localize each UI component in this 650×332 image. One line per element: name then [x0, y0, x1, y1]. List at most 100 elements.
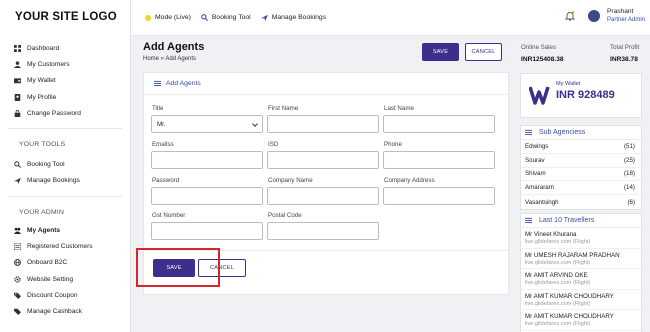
sidebar-section-tools: YOUR TOOLS — [19, 141, 66, 149]
traveller-name: Mr AMIT KUMAR CHOUDHARY — [525, 313, 614, 320]
sidebar-item-manage-bookings[interactable]: Manage Bookings — [0, 173, 130, 189]
sidebar-item-my-customers[interactable]: My Customers — [0, 56, 130, 72]
list-icon — [14, 243, 21, 251]
cashback-icon — [14, 308, 21, 316]
sidebar-item-dashboard[interactable]: Dashboard — [0, 40, 130, 56]
traveller-name: Mr AMIT KUMAR CHOUDHARY — [525, 292, 614, 300]
company-name-input[interactable] — [267, 187, 379, 205]
list-icon — [525, 129, 532, 136]
settings-icon — [14, 275, 21, 283]
avatar[interactable] — [588, 10, 600, 22]
title-label: Title — [152, 105, 164, 112]
list-item[interactable]: Shivam (18) — [521, 168, 641, 182]
list-item[interactable]: Mr AMIT KUMAR CHOUDHARY live.glidefares.c… — [521, 290, 641, 310]
save-button-top[interactable]: SAVE — [422, 43, 459, 61]
sidebar-item-label: Onboard B2C — [27, 259, 68, 267]
password-input[interactable] — [151, 187, 263, 205]
sidebar-item-label: Manage Cashback — [27, 308, 82, 316]
total-profit-value: INR38.78 — [610, 56, 638, 63]
user-role: Partner Admin — [607, 17, 646, 23]
plane-icon — [14, 177, 21, 185]
phone-input[interactable] — [383, 151, 495, 169]
list-item[interactable]: Mr AMIT ARVIND OKE live.glidefares.com (F… — [521, 269, 641, 290]
sidebar-section-admin: YOUR ADMIN — [19, 209, 65, 217]
total-profit-label: Total Profit — [610, 44, 640, 51]
agency-count: (25) — [623, 156, 635, 164]
top-link-label: Manage Bookings — [271, 14, 327, 21]
title-select-value: Mr. — [157, 120, 166, 128]
wallet-amount: INR 928489 — [556, 89, 615, 101]
sidebar-item-label: Manage Bookings — [27, 177, 80, 185]
sidebar-item-label: My Wallet — [27, 77, 56, 85]
traveller-source: live.glidefares.com (Flight) — [525, 259, 591, 266]
isd-label: ISD — [268, 141, 279, 148]
top-link-manage-bookings[interactable]: Manage Bookings — [260, 14, 327, 21]
list-item[interactable]: Amararam (14) — [521, 181, 641, 196]
sidebar-item-manage-cashback[interactable]: Manage Cashback — [0, 304, 130, 320]
top-link-booking-tool[interactable]: Booking Tool — [201, 14, 251, 21]
agency-name: Amararam — [525, 184, 554, 192]
sidebar-item-discount-coupon[interactable]: Discount Coupon — [0, 287, 130, 303]
agency-count: (14) — [623, 184, 635, 192]
list-item[interactable]: Mr AMIT KUMAR CHOUDHARY live.glidefares.c… — [521, 310, 641, 331]
company-address-label: Company Address — [384, 177, 435, 184]
wallet-card[interactable]: My Wallet INR 928489 — [520, 73, 642, 118]
agency-count: (6) — [627, 198, 635, 206]
traveller-name: Mr UMESH RAJARAM PRADHAN — [525, 251, 620, 259]
traveller-source: live.glidefares.com (Flight) — [525, 239, 591, 245]
wallet-caption: My Wallet — [556, 81, 581, 87]
user-name[interactable]: Prashant — [607, 8, 633, 15]
list-item[interactable]: Edwings (51) — [521, 140, 641, 154]
lock-icon — [14, 109, 21, 117]
sidebar-item-my-profile[interactable]: My Profile — [0, 89, 130, 105]
list-icon — [154, 80, 161, 87]
last-name-input[interactable] — [383, 115, 495, 133]
form-heading: Add Agents — [144, 73, 508, 95]
travellers-title: Last 10 Travellers — [539, 217, 595, 224]
travellers-panel: Last 10 Travellers Mr Vineet Khurana live… — [520, 213, 642, 332]
page-title: Add Agents — [143, 41, 205, 53]
sidebar-item-website-setting[interactable]: Website Setting — [0, 271, 130, 287]
traveller-name: Mr Vineet Khurana — [525, 231, 577, 238]
live-status-icon — [145, 14, 151, 21]
sidebar-item-change-password[interactable]: Change Password — [0, 105, 130, 121]
email-input[interactable] — [151, 151, 263, 169]
mode-toggle[interactable]: Mode (Live) — [145, 14, 191, 21]
phone-label: Phone — [384, 141, 402, 148]
list-item[interactable]: Sourav (25) — [521, 154, 641, 168]
search-icon — [201, 14, 208, 21]
list-item[interactable]: Mr UMESH RAJARAM PRADHAN live.glidefares.… — [521, 249, 641, 269]
online-sales-value: INR125408.38 — [521, 56, 564, 63]
list-item[interactable]: Vasantsingh (6) — [521, 195, 641, 209]
save-highlight-box — [136, 248, 220, 287]
sidebar-item-my-agents[interactable]: My Agents — [0, 222, 130, 238]
sidebar-item-booking-tool[interactable]: Booking Tool — [0, 156, 130, 172]
company-address-input[interactable] — [383, 187, 495, 205]
title-select[interactable]: Mr. — [151, 115, 263, 133]
user-icon — [14, 93, 21, 101]
agency-name: Sourav — [525, 156, 545, 164]
isd-input[interactable] — [267, 151, 379, 169]
sidebar-item-registered-customers[interactable]: Registered Customers — [0, 238, 130, 254]
bell-icon[interactable] — [565, 11, 575, 21]
traveller-source: live.glidefares.com (Flight) — [525, 321, 591, 327]
postal-code-input[interactable] — [267, 222, 379, 240]
users-icon — [14, 61, 21, 68]
sub-agencies-heading: Sub Agenciess — [521, 126, 641, 140]
online-sales-label: Online Sales — [521, 44, 557, 51]
form-heading-label: Add Agents — [166, 80, 201, 87]
sub-agencies-panel: Sub Agenciess Edwings (51) Sourav (25) Shi… — [520, 125, 642, 210]
agency-name: Vasantsingh — [525, 198, 559, 206]
wallet-logo-icon — [529, 86, 550, 105]
breadcrumb[interactable]: Home » Add Agents — [143, 56, 196, 62]
sidebar-item-my-wallet[interactable]: My Wallet — [0, 73, 130, 89]
gst-number-input[interactable] — [151, 222, 263, 240]
cancel-button-top[interactable]: CANCEL — [465, 43, 502, 61]
list-item[interactable]: Mr Vineet Khurana live.glidefares.com (Fl… — [521, 228, 641, 249]
agency-name: Edwings — [525, 142, 549, 150]
password-label: Password — [152, 177, 180, 184]
first-name-input[interactable] — [267, 115, 379, 133]
site-logo[interactable]: YOUR SITE LOGO — [0, 0, 130, 36]
sidebar-item-label: Website Setting — [27, 275, 74, 283]
sidebar-item-onboard-b2c[interactable]: Onboard B2C — [0, 255, 130, 271]
